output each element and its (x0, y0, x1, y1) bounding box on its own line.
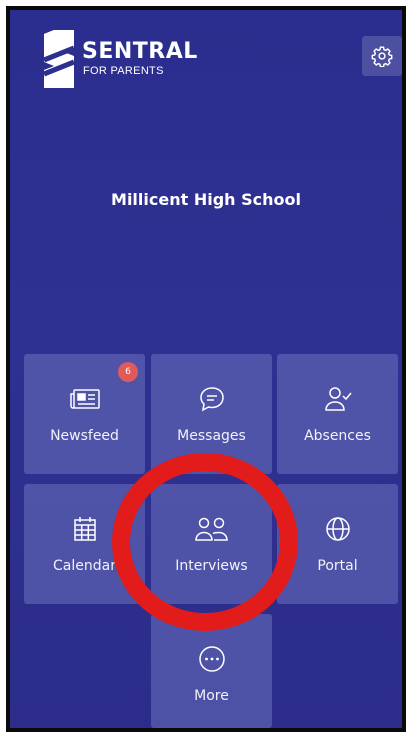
tile-portal[interactable]: Portal (277, 484, 398, 604)
ellipsis-circle-icon (198, 646, 225, 672)
sentral-logo: SENTRAL FOR PARENTS (44, 30, 197, 90)
sentral-logo-mark-icon (44, 30, 74, 88)
tile-calendar[interactable]: Calendar (24, 484, 145, 604)
device-frame: SENTRAL FOR PARENTS Millicent High Schoo… (6, 6, 406, 732)
two-people-icon (194, 517, 228, 541)
newspaper-icon (69, 389, 100, 409)
app-screen: SENTRAL FOR PARENTS Millicent High Schoo… (10, 10, 402, 728)
notification-badge: 6 (118, 362, 138, 382)
tile-label: Calendar (53, 558, 116, 574)
brand-name: SENTRAL (82, 39, 198, 64)
tile-label: Messages (177, 428, 246, 444)
tile-label: More (194, 688, 229, 704)
tile-label: Portal (317, 558, 358, 574)
tile-messages[interactable]: Messages (151, 354, 272, 474)
globe-icon (325, 517, 350, 541)
calendar-icon (73, 517, 96, 541)
tile-absences[interactable]: Absences (277, 354, 398, 474)
tile-label: Newsfeed (50, 428, 119, 444)
tile-label: Absences (304, 428, 371, 444)
settings-button[interactable] (362, 36, 402, 76)
user-check-icon (324, 387, 352, 411)
tile-label: Interviews (175, 558, 248, 574)
tile-interviews[interactable]: Interviews (151, 484, 272, 604)
tile-more[interactable]: More (151, 614, 272, 728)
gear-icon (371, 46, 393, 67)
brand-tagline: FOR PARENTS (83, 65, 164, 77)
chat-bubble-icon (199, 387, 224, 412)
school-title: Millicent High School (111, 190, 301, 209)
tile-newsfeed[interactable]: 6 Newsfeed (24, 354, 145, 474)
